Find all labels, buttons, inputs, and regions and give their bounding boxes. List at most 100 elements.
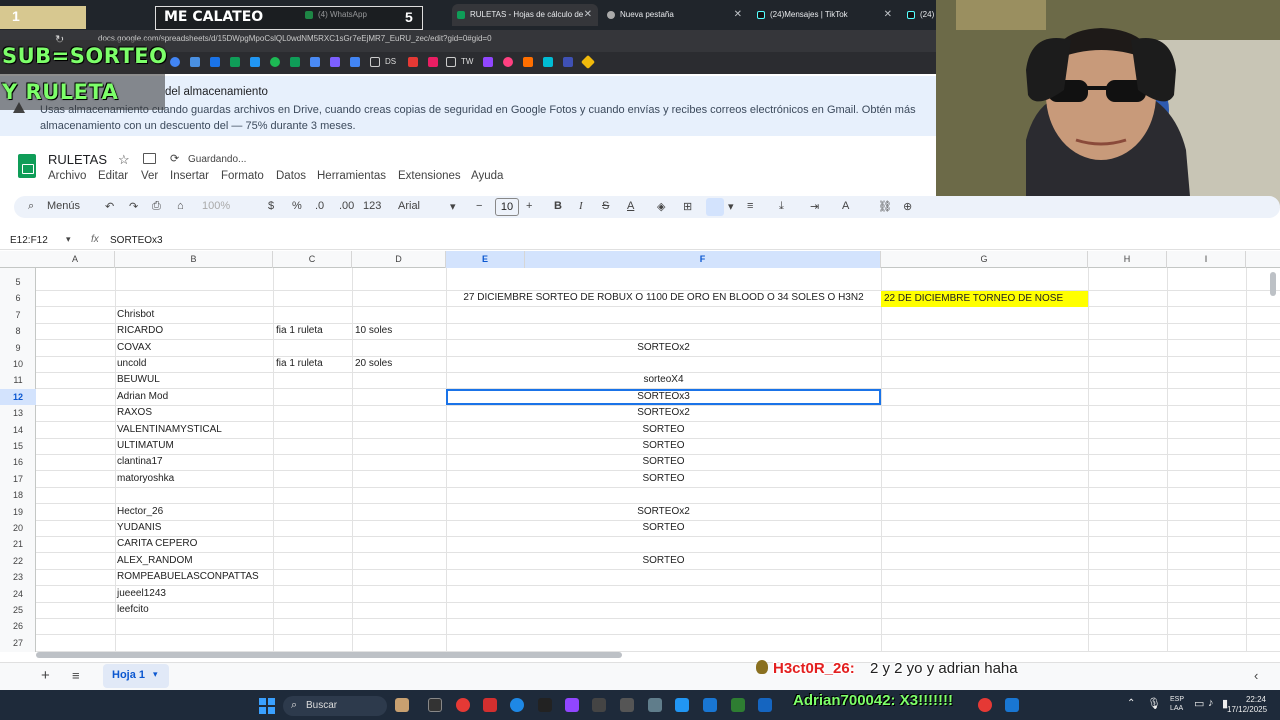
document-title[interactable]: RULETAS (48, 152, 107, 167)
cell-b24[interactable]: jueeel1243 (117, 586, 166, 602)
column-header-a[interactable]: A (36, 251, 115, 268)
cell-b11[interactable]: BEUWUL (117, 372, 160, 388)
bookmark-icon[interactable] (408, 57, 418, 67)
cell-b8[interactable]: RICARDO (117, 323, 163, 339)
mic-icon[interactable]: 🎙 (1147, 697, 1161, 710)
bookmark-icon[interactable] (230, 57, 240, 67)
cell-b20[interactable]: YUDANIS (117, 520, 161, 536)
horizontal-scrollbar[interactable] (36, 652, 622, 658)
chrome-icon[interactable] (978, 698, 992, 712)
formula-input[interactable]: SORTEOx3 (110, 235, 163, 246)
cell-b9[interactable]: COVAX (117, 340, 151, 356)
cell-b13[interactable]: RAXOS (117, 405, 152, 421)
menu-herramientas[interactable]: Herramientas (317, 170, 386, 182)
cell-g6[interactable]: 22 DE DICIEMBRE TORNEO DE NOSE (884, 291, 1063, 307)
taskbar-app-icon[interactable] (395, 698, 409, 712)
taskbar-app-icon[interactable] (758, 698, 772, 712)
chevron-down-icon[interactable]: ▾ (728, 200, 734, 213)
cell-b22[interactable]: ALEX_RANDOM (117, 553, 193, 569)
tab-tiktok[interactable]: (24)Mensajes | TikTok ✕ (752, 4, 898, 26)
row-header[interactable]: 18 (0, 487, 36, 503)
fill-color-icon[interactable]: ◈ (657, 200, 665, 213)
cell-d8[interactable]: 10 soles (355, 323, 392, 339)
row-header[interactable]: 22 (0, 553, 36, 569)
bookmark-icon[interactable] (190, 57, 200, 67)
cell-b15[interactable]: ULTIMATUM (117, 438, 174, 454)
row-header[interactable]: 7 (0, 307, 36, 323)
increase-decimal-button[interactable]: .00 (339, 200, 354, 212)
row-header[interactable]: 13 (0, 405, 36, 421)
column-header-d[interactable]: D (352, 251, 446, 268)
row-header[interactable]: 8 (0, 323, 36, 339)
taskbar-search-label[interactable]: Buscar (306, 700, 337, 711)
print-icon[interactable]: ⎙ (152, 200, 161, 213)
chevron-left-icon[interactable]: ‹ (1254, 668, 1258, 683)
row-header[interactable]: 27 (0, 635, 36, 651)
add-sheet-icon[interactable]: + (41, 667, 50, 684)
column-header-e[interactable]: E (446, 251, 525, 268)
bold-icon[interactable]: B (554, 200, 562, 212)
taskbar-date[interactable]: 17/12/2025 (1227, 705, 1267, 714)
redo-icon[interactable]: ↷ (129, 200, 138, 213)
row-header[interactable]: 5 (0, 274, 36, 290)
cell-b7[interactable]: Chrisbot (117, 307, 154, 323)
selected-range[interactable] (446, 389, 881, 405)
bookmark-icon[interactable] (210, 57, 220, 67)
bookmark-icon[interactable] (503, 57, 513, 67)
menu-ver[interactable]: Ver (141, 170, 158, 182)
comment-icon[interactable]: ⊕ (903, 200, 912, 213)
tab-ruletas[interactable]: RULETAS - Hojas de cálculo de ✕ (452, 4, 598, 26)
bookmark-tw[interactable]: TW (461, 57, 473, 66)
bookmark-icon[interactable] (330, 57, 340, 67)
twitch-icon[interactable] (483, 57, 493, 67)
menu-ayuda[interactable]: Ayuda (471, 170, 503, 182)
decrease-decimal-button[interactable]: .0 (315, 200, 324, 212)
row-header[interactable]: 17 (0, 471, 36, 487)
menus-search[interactable]: Menús (47, 200, 80, 212)
cell-b21[interactable]: CARITA CEPERO (117, 536, 197, 552)
row-header[interactable]: 15 (0, 438, 36, 454)
link-icon[interactable]: ⛓ (878, 200, 892, 213)
cell-ef6[interactable]: 27 DICIEMBRE SORTEO DE ROBUX O 1100 DE O… (446, 290, 881, 306)
cell-c10[interactable]: fia 1 ruleta (276, 356, 323, 372)
all-sheets-icon[interactable]: ≡ (72, 668, 80, 683)
cell-ef15[interactable]: SORTEO (446, 438, 881, 454)
chevron-down-icon[interactable]: ▾ (153, 669, 158, 680)
menu-extensiones[interactable]: Extensiones (398, 170, 461, 182)
row-header[interactable]: 16 (0, 454, 36, 470)
move-folder-icon[interactable] (143, 153, 156, 164)
cell-ef22[interactable]: SORTEO (446, 553, 881, 569)
star-icon[interactable]: ☆ (118, 152, 130, 168)
name-box[interactable]: E12:F12 (10, 235, 48, 246)
paint-format-icon[interactable]: ⌂ (177, 200, 184, 212)
strikethrough-icon[interactable]: S (602, 200, 609, 212)
merge-cells-icon[interactable] (706, 198, 724, 216)
cell-d10[interactable]: 20 soles (355, 356, 392, 372)
bookmark-icon[interactable] (310, 57, 320, 67)
close-icon[interactable]: ✕ (884, 4, 892, 26)
cell-b25[interactable]: leefcito (117, 602, 149, 618)
borders-icon[interactable]: ⊞ (683, 200, 692, 213)
taskbar-app-icon[interactable] (703, 698, 717, 712)
row-header[interactable]: 20 (0, 520, 36, 536)
menu-datos[interactable]: Datos (276, 170, 306, 182)
text-color-icon[interactable]: A (627, 200, 634, 212)
tab-new[interactable]: Nueva pestaña ✕ (602, 4, 748, 26)
taskbar-time[interactable]: 22:24 (1236, 695, 1266, 704)
taskbar-app-icon[interactable] (675, 698, 689, 712)
row-header[interactable]: 26 (0, 618, 36, 634)
cell-ef9[interactable]: SORTEOx2 (446, 340, 881, 356)
align-vertical-icon[interactable]: ⤓ (779, 200, 784, 213)
row-header[interactable]: 25 (0, 602, 36, 618)
volume-icon[interactable]: ♪ (1208, 697, 1214, 709)
chrome-icon[interactable] (456, 698, 470, 712)
spotify-icon[interactable] (270, 57, 280, 67)
chevron-down-icon[interactable]: ▾ (450, 200, 456, 213)
row-header[interactable]: 14 (0, 422, 36, 438)
network-icon[interactable]: ▭ (1194, 697, 1204, 710)
taskbar-app-icon[interactable] (592, 698, 606, 712)
bookmark-icon[interactable] (250, 57, 260, 67)
cell-ef16[interactable]: SORTEO (446, 454, 881, 470)
bookmark-icon[interactable] (543, 57, 553, 67)
undo-icon[interactable]: ↶ (105, 200, 114, 213)
